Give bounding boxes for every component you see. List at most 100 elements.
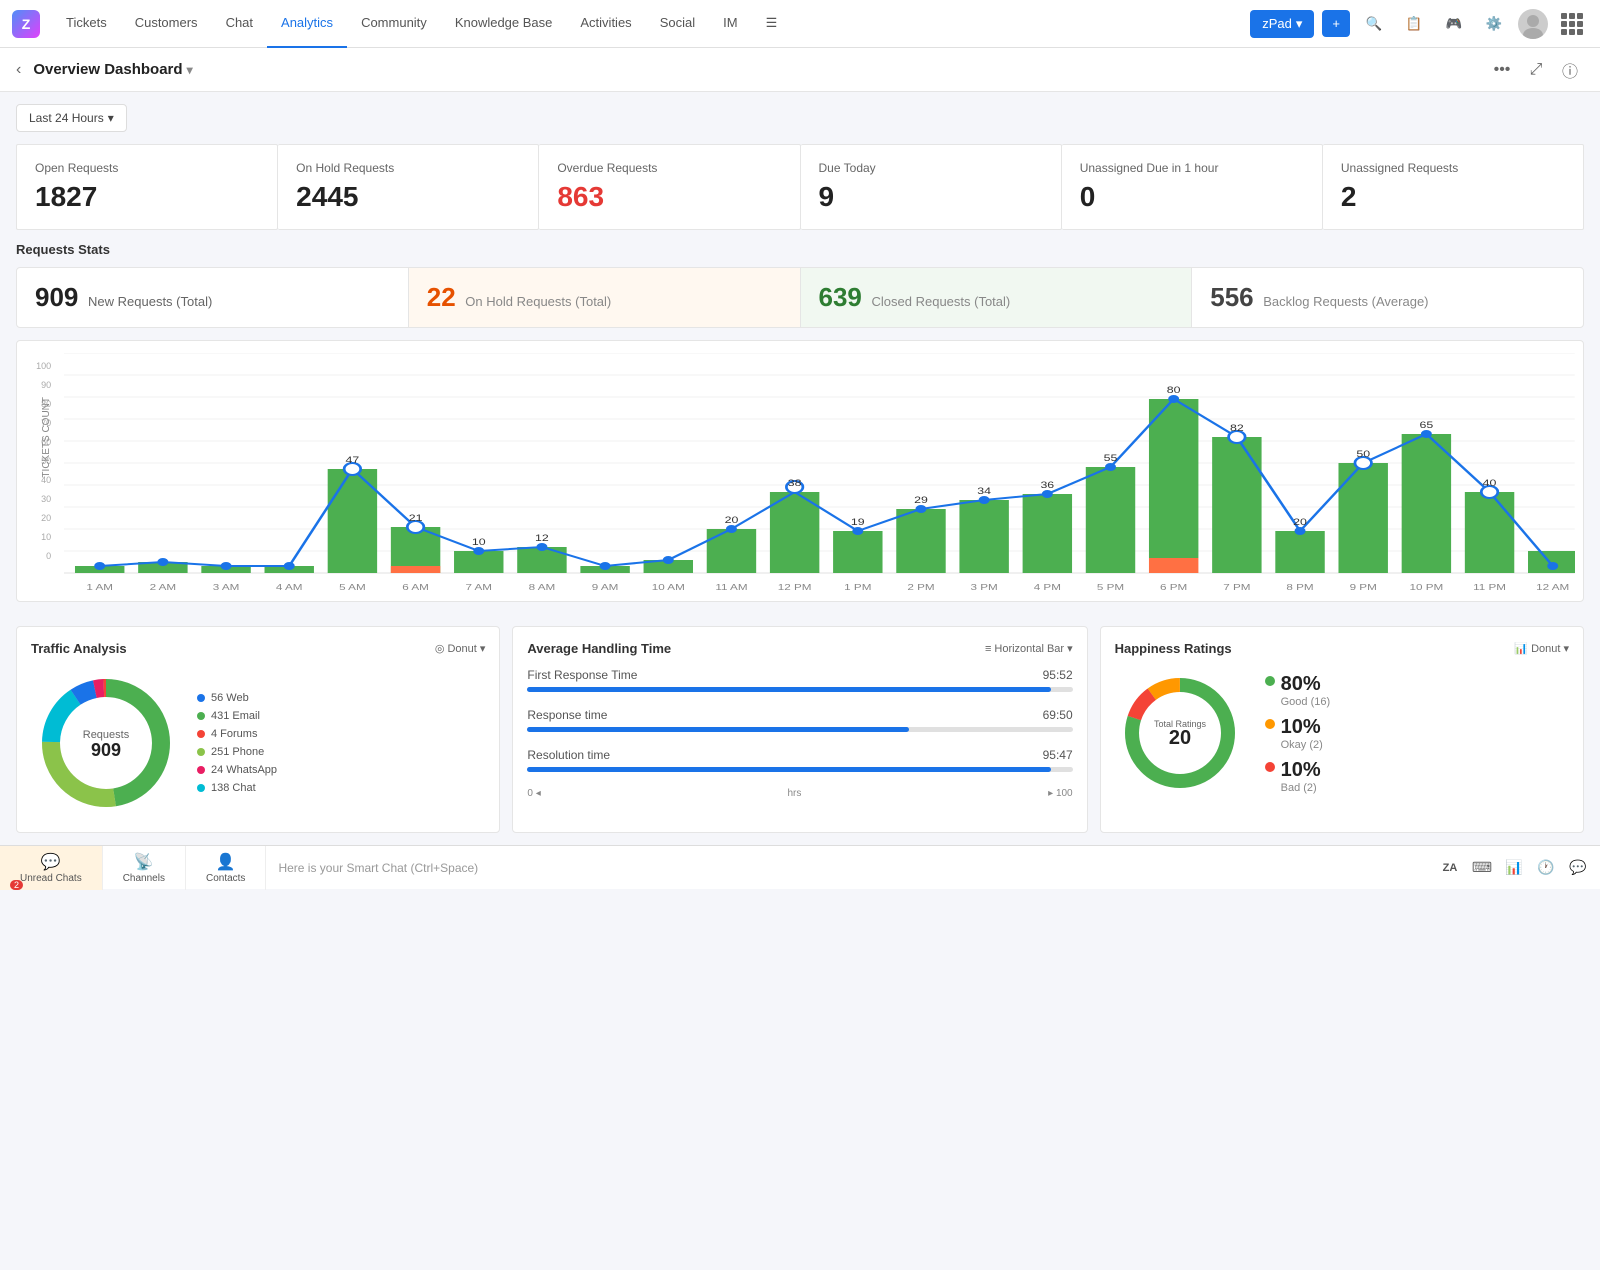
back-button[interactable]: ‹: [16, 61, 21, 79]
svg-text:5 PM: 5 PM: [1097, 583, 1124, 592]
svg-text:19: 19: [851, 518, 865, 528]
subheader-expand-button[interactable]: ⤢: [1522, 56, 1550, 84]
hap-okay: 10% Okay (2): [1265, 716, 1331, 751]
stat-value-open: 1827: [35, 181, 259, 213]
za-button[interactable]: ZA: [1436, 854, 1464, 882]
svg-text:38: 38: [788, 479, 802, 489]
channels-icon: 📡: [134, 852, 154, 872]
y-axis-label: TICKETS COUNT: [41, 397, 52, 478]
stat-value-unassigned: 2: [1341, 181, 1565, 213]
legend-dot-chat: [197, 784, 205, 792]
handling-response-bar-bg: [527, 727, 1072, 732]
svg-text:40: 40: [1483, 479, 1497, 489]
smart-chat-input[interactable]: Here is your Smart Chat (Ctrl+Space): [266, 861, 1428, 875]
handling-panel-title: Average Handling Time: [527, 641, 671, 656]
zpad-button[interactable]: zPad ▾: [1250, 10, 1314, 38]
gamepad-button[interactable]: 🎮: [1438, 8, 1470, 40]
svg-text:12 PM: 12 PM: [778, 583, 812, 592]
legend-email: 431 Email: [197, 710, 277, 722]
message-button[interactable]: 💬: [1564, 854, 1592, 882]
svg-text:20: 20: [1293, 518, 1307, 528]
req-label-closed: Closed Requests (Total): [872, 294, 1011, 309]
nav-tickets[interactable]: Tickets: [52, 0, 121, 48]
hap-label-bad: Bad (2): [1281, 782, 1321, 794]
subheader-more-button[interactable]: •••: [1488, 56, 1516, 84]
chevron-down-icon-happiness: ▾: [1563, 642, 1569, 655]
page-title: Overview Dashboard ▾: [33, 61, 192, 78]
stat-card-onhold: On Hold Requests 2445: [278, 144, 539, 230]
nav-knowledge-base[interactable]: Knowledge Base: [441, 0, 567, 48]
date-range-button[interactable]: Last 24 Hours ▾: [16, 104, 127, 132]
stat-cards-row: Open Requests 1827 On Hold Requests 2445…: [0, 144, 1600, 242]
settings-button[interactable]: ⚙️: [1478, 8, 1510, 40]
svg-text:1 AM: 1 AM: [87, 583, 114, 592]
traffic-chart-type-button[interactable]: ◎ Donut ▾: [435, 642, 486, 655]
req-label-new: New Requests (Total): [88, 294, 212, 309]
nav-activities[interactable]: Activities: [566, 0, 645, 48]
happiness-chart-type-button[interactable]: 📊 Donut ▾: [1514, 642, 1569, 655]
nav-more[interactable]: ☰: [752, 0, 792, 48]
requests-stats-title: Requests Stats: [16, 242, 1584, 257]
handling-panel-header: Average Handling Time ≡ Horizontal Bar ▾: [527, 641, 1072, 656]
clock-button[interactable]: 🕐: [1532, 854, 1560, 882]
svg-text:20: 20: [725, 516, 739, 526]
svg-text:3 AM: 3 AM: [213, 583, 240, 592]
svg-text:4 PM: 4 PM: [1034, 583, 1061, 592]
hap-pct-okay: 10%: [1281, 716, 1323, 739]
traffic-legend: 56 Web 431 Email 4 Forums 251 Phone 24 W…: [197, 692, 277, 794]
handling-first-response-bar: [527, 687, 1050, 692]
svg-text:10 AM: 10 AM: [652, 583, 685, 592]
top-navigation: Z Tickets Customers Chat Analytics Commu…: [0, 0, 1600, 48]
nav-im[interactable]: IM: [709, 0, 751, 48]
svg-text:11 AM: 11 AM: [716, 583, 748, 592]
new-action-button[interactable]: +: [1322, 10, 1350, 37]
requests-stats-section: Requests Stats 909 New Requests (Total) …: [0, 242, 1600, 626]
handling-time-panel: Average Handling Time ≡ Horizontal Bar ▾…: [512, 626, 1087, 833]
requests-chart: TICKETS COUNT 1009080706050403020100: [16, 340, 1584, 602]
chart-button[interactable]: 📊: [1500, 854, 1528, 882]
svg-text:10: 10: [472, 538, 486, 548]
happiness-content: Total Ratings 20 80% Good (16) 10% Okay …: [1115, 668, 1569, 798]
legend-dot-forums: [197, 730, 205, 738]
happiness-panel-header: Happiness Ratings 📊 Donut ▾: [1115, 641, 1569, 656]
nav-social[interactable]: Social: [646, 0, 709, 48]
legend-dot-web: [197, 694, 205, 702]
app-logo[interactable]: Z: [12, 10, 40, 38]
traffic-donut-content: Requests 909 56 Web 431 Email 4 Forums: [31, 668, 485, 818]
keyboard-button[interactable]: ⌨: [1468, 854, 1496, 882]
nav-customers[interactable]: Customers: [121, 0, 212, 48]
nav-chat[interactable]: Chat: [212, 0, 267, 48]
svg-text:12: 12: [535, 534, 549, 544]
handling-footer: 0 ◂ hrs ▸ 100: [527, 788, 1072, 799]
apps-grid-button[interactable]: [1556, 8, 1588, 40]
stat-card-open: Open Requests 1827: [16, 144, 278, 230]
hap-dot-good: [1265, 676, 1275, 686]
subheader: ‹ Overview Dashboard ▾ ••• ⤢ ⓘ: [0, 48, 1600, 92]
contacts-tab[interactable]: 👤 Contacts: [186, 846, 266, 890]
happiness-ratings-panel: Happiness Ratings 📊 Donut ▾ Total Rating…: [1100, 626, 1584, 833]
handling-resolution-bar: [527, 767, 1050, 772]
requests-summary-row: 909 New Requests (Total) 22 On Hold Requ…: [16, 267, 1584, 328]
nav-analytics[interactable]: Analytics: [267, 0, 347, 48]
handling-first-response: First Response Time 95:52: [527, 668, 1072, 692]
svg-text:909: 909: [91, 740, 121, 760]
svg-text:4 AM: 4 AM: [276, 583, 303, 592]
svg-text:8 PM: 8 PM: [1287, 583, 1314, 592]
req-label-backlog: Backlog Requests (Average): [1263, 294, 1428, 309]
notifications-button[interactable]: 📋: [1398, 8, 1430, 40]
channels-tab[interactable]: 📡 Channels: [103, 846, 186, 890]
stat-card-unassigned-hour: Unassigned Due in 1 hour 0: [1062, 144, 1323, 230]
title-dropdown-caret[interactable]: ▾: [187, 63, 193, 77]
hap-dot-bad: [1265, 762, 1275, 772]
handling-response-time: Response time 69:50: [527, 708, 1072, 732]
search-button[interactable]: 🔍: [1358, 8, 1390, 40]
avatar[interactable]: [1518, 9, 1548, 39]
subheader-right-actions: ••• ⤢ ⓘ: [1488, 56, 1584, 84]
stat-card-duetoday: Due Today 9: [801, 144, 1062, 230]
svg-text:3 PM: 3 PM: [971, 583, 998, 592]
handling-chart-type-button[interactable]: ≡ Horizontal Bar ▾: [985, 642, 1073, 655]
svg-text:47: 47: [346, 456, 360, 466]
subheader-info-button[interactable]: ⓘ: [1556, 56, 1584, 84]
nav-community[interactable]: Community: [347, 0, 441, 48]
handling-resolution-bar-bg: [527, 767, 1072, 772]
